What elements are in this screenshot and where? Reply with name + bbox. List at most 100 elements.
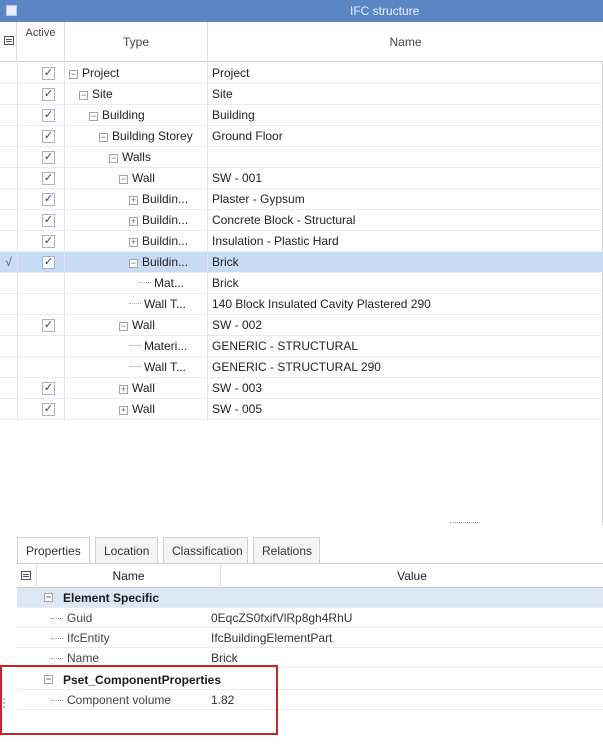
active-cell	[17, 294, 65, 315]
collapse-icon[interactable]: −	[119, 322, 128, 331]
collapse-icon[interactable]: −	[79, 91, 88, 100]
active-cell: ✓	[17, 189, 65, 210]
tree-row[interactable]: √ ✓ − Buildin... Brick	[0, 252, 603, 273]
active-checkbox[interactable]: ✓	[42, 382, 55, 395]
name-cell: GENERIC - STRUCTURAL	[212, 339, 359, 353]
tree-row[interactable]: ✓ + Wall SW - 003	[0, 378, 603, 399]
active-checkbox[interactable]: ✓	[42, 403, 55, 416]
row-indicator	[0, 336, 17, 357]
splitter-handle[interactable]	[450, 522, 480, 525]
row-indicator	[0, 231, 17, 252]
tree-row[interactable]: ✓ + Buildin... Concrete Block - Structural	[0, 210, 603, 231]
type-cell: − Wall	[65, 315, 208, 336]
type-label: Wall	[132, 381, 155, 395]
resize-grip[interactable]	[3, 698, 6, 708]
tree-row[interactable]: Materi... GENERIC - STRUCTURAL	[0, 336, 603, 357]
tree-row[interactable]: ✓ − Walls	[0, 147, 603, 168]
tree-row[interactable]: ✓ − Wall SW - 002	[0, 315, 603, 336]
panel-titlebar: IFC structure	[0, 0, 603, 22]
active-cell: ✓	[17, 378, 65, 399]
active-checkbox[interactable]: ✓	[42, 67, 55, 80]
tree-row[interactable]: ✓ − Project Project	[0, 63, 603, 84]
row-indicator	[0, 273, 17, 294]
tab-relations[interactable]: Relations	[253, 537, 320, 563]
column-header-active[interactable]: Active	[17, 22, 65, 62]
collapse-icon[interactable]: −	[89, 112, 98, 121]
expand-icon[interactable]: +	[119, 406, 128, 415]
active-cell: ✓	[17, 63, 65, 84]
property-row[interactable]: Guid 0EqcZS0fxifVlRp8gh4RhU	[17, 608, 603, 628]
tree-row[interactable]: Wall T... 140 Block Insulated Cavity Plas…	[0, 294, 603, 315]
row-indicator	[0, 378, 17, 399]
active-checkbox[interactable]: ✓	[42, 256, 55, 269]
tree-row[interactable]: Wall T... GENERIC - STRUCTURAL 290	[0, 357, 603, 378]
name-cell	[212, 147, 597, 168]
name-cell: SW - 002	[212, 318, 263, 332]
name-cell: SW - 003	[212, 381, 263, 395]
expand-icon[interactable]: +	[129, 238, 138, 247]
active-checkbox[interactable]: ✓	[42, 193, 55, 206]
property-row[interactable]: IfcEntity IfcBuildingElementPart	[17, 628, 603, 648]
type-label: Project	[82, 66, 120, 80]
active-checkbox[interactable]: ✓	[42, 172, 55, 185]
active-checkbox[interactable]: ✓	[42, 214, 55, 227]
pin-icon[interactable]	[6, 5, 17, 16]
expand-icon[interactable]: +	[129, 196, 138, 205]
properties-column-chooser[interactable]	[17, 564, 37, 588]
collapse-icon[interactable]: −	[109, 154, 118, 163]
type-cell: − Building	[65, 105, 208, 126]
row-indicator: √	[5, 255, 12, 269]
tree-row[interactable]: ✓ + Wall SW - 005	[0, 399, 603, 420]
property-name: Guid	[67, 611, 93, 625]
tree-connector	[129, 345, 141, 346]
active-checkbox[interactable]: ✓	[42, 151, 55, 164]
type-label: Buildin...	[142, 213, 189, 227]
collapse-icon[interactable]: −	[69, 70, 78, 79]
row-indicator	[0, 168, 17, 189]
tree-row[interactable]: ✓ − Building Storey Ground Floor	[0, 126, 603, 147]
tree-row[interactable]: ✓ + Buildin... Insulation - Plastic Hard	[0, 231, 603, 252]
active-checkbox[interactable]: ✓	[42, 235, 55, 248]
tree-row[interactable]: Mat... Brick	[0, 273, 603, 294]
type-label: Walls	[122, 150, 151, 164]
name-cell: Plaster - Gypsum	[212, 192, 305, 206]
type-cell: Wall T...	[65, 357, 208, 378]
expand-icon[interactable]: +	[129, 217, 138, 226]
type-label: Building Storey	[112, 129, 193, 143]
tree-row[interactable]: ✓ − Building Building	[0, 105, 603, 126]
expand-icon[interactable]: +	[119, 385, 128, 394]
tree-row[interactable]: ✓ − Site Site	[0, 84, 603, 105]
row-indicator	[0, 357, 17, 378]
type-label: Mat...	[154, 276, 185, 290]
tree-connector	[129, 303, 141, 304]
collapse-icon[interactable]: −	[99, 133, 108, 142]
name-cell: Ground Floor	[212, 129, 283, 143]
column-header-name[interactable]: Name	[208, 22, 603, 62]
property-header-value[interactable]: Value	[221, 564, 603, 588]
ifc-structure-tree: Active Type Name ✓ − Project Project ✓ − Site S…	[0, 22, 603, 525]
active-checkbox[interactable]: ✓	[42, 88, 55, 101]
active-checkbox[interactable]: ✓	[42, 319, 55, 332]
collapse-icon[interactable]: −	[119, 175, 128, 184]
active-checkbox[interactable]: ✓	[42, 130, 55, 143]
tab-properties[interactable]: Properties	[17, 537, 90, 563]
tree-row[interactable]: ✓ − Wall SW - 001	[0, 168, 603, 189]
collapse-icon[interactable]: −	[44, 593, 53, 602]
name-cell: Project	[212, 66, 250, 80]
tab-location[interactable]: Location	[95, 537, 158, 563]
tree-row[interactable]: ✓ + Buildin... Plaster - Gypsum	[0, 189, 603, 210]
collapse-icon[interactable]: −	[129, 259, 138, 268]
type-cell: Mat...	[65, 273, 208, 294]
type-cell: + Wall	[65, 399, 208, 420]
column-chooser-icon	[21, 571, 31, 580]
column-header-type[interactable]: Type	[65, 22, 208, 62]
highlight-box	[0, 665, 278, 735]
property-group-row[interactable]: − Element Specific	[17, 588, 603, 608]
type-cell: − Project	[65, 63, 208, 84]
active-checkbox[interactable]: ✓	[42, 109, 55, 122]
column-chooser-button[interactable]	[0, 22, 17, 62]
tab-classification[interactable]: Classification	[163, 537, 248, 563]
row-indicator	[0, 210, 17, 231]
property-header-name[interactable]: Name	[37, 564, 221, 588]
row-indicator	[0, 189, 17, 210]
